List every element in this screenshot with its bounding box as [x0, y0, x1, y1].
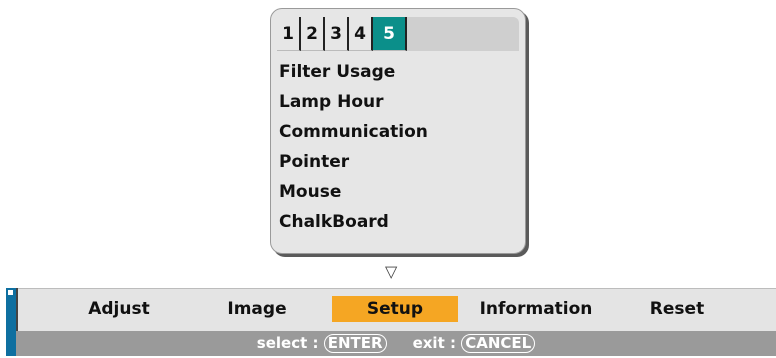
menu-item-mouse[interactable]: Mouse — [279, 177, 428, 207]
scroll-down-icon: ▽ — [385, 262, 398, 281]
cancel-key-badge: CANCEL — [461, 334, 536, 353]
tab-2[interactable]: 2 — [301, 17, 325, 51]
page-tabs: 1 2 3 4 5 — [277, 17, 519, 51]
menu-item-communication[interactable]: Communication — [279, 117, 428, 147]
tab-3[interactable]: 3 — [325, 17, 349, 51]
select-hint-label: select : — [256, 334, 319, 352]
enter-key-badge: ENTER — [323, 334, 387, 353]
menu-item-filter-usage[interactable]: Filter Usage — [279, 57, 428, 87]
tab-4[interactable]: 4 — [349, 17, 373, 51]
select-hint: select : ENTER — [257, 334, 387, 353]
menu-item-chalkboard[interactable]: ChalkBoard — [279, 207, 428, 237]
corner-marker-icon — [8, 290, 13, 295]
main-menu-setup[interactable]: Setup — [332, 296, 458, 322]
hint-bar: select : ENTER exit : CANCEL — [16, 331, 776, 356]
tab-1[interactable]: 1 — [277, 17, 301, 51]
main-menu-reset[interactable]: Reset — [632, 296, 722, 322]
exit-hint: exit : CANCEL — [413, 334, 536, 353]
main-menu-image[interactable]: Image — [212, 296, 302, 322]
tab-5[interactable]: 5 — [373, 17, 407, 51]
menu-item-lamp-hour[interactable]: Lamp Hour — [279, 87, 428, 117]
exit-hint-label: exit : — [412, 334, 456, 352]
submenu-list: Filter Usage Lamp Hour Communication Poi… — [279, 57, 428, 237]
main-menu-information[interactable]: Information — [466, 296, 606, 322]
main-menu-adjust[interactable]: Adjust — [76, 296, 162, 322]
menu-item-pointer[interactable]: Pointer — [279, 147, 428, 177]
setup-submenu-panel: 1 2 3 4 5 Filter Usage Lamp Hour Communi… — [270, 8, 526, 254]
